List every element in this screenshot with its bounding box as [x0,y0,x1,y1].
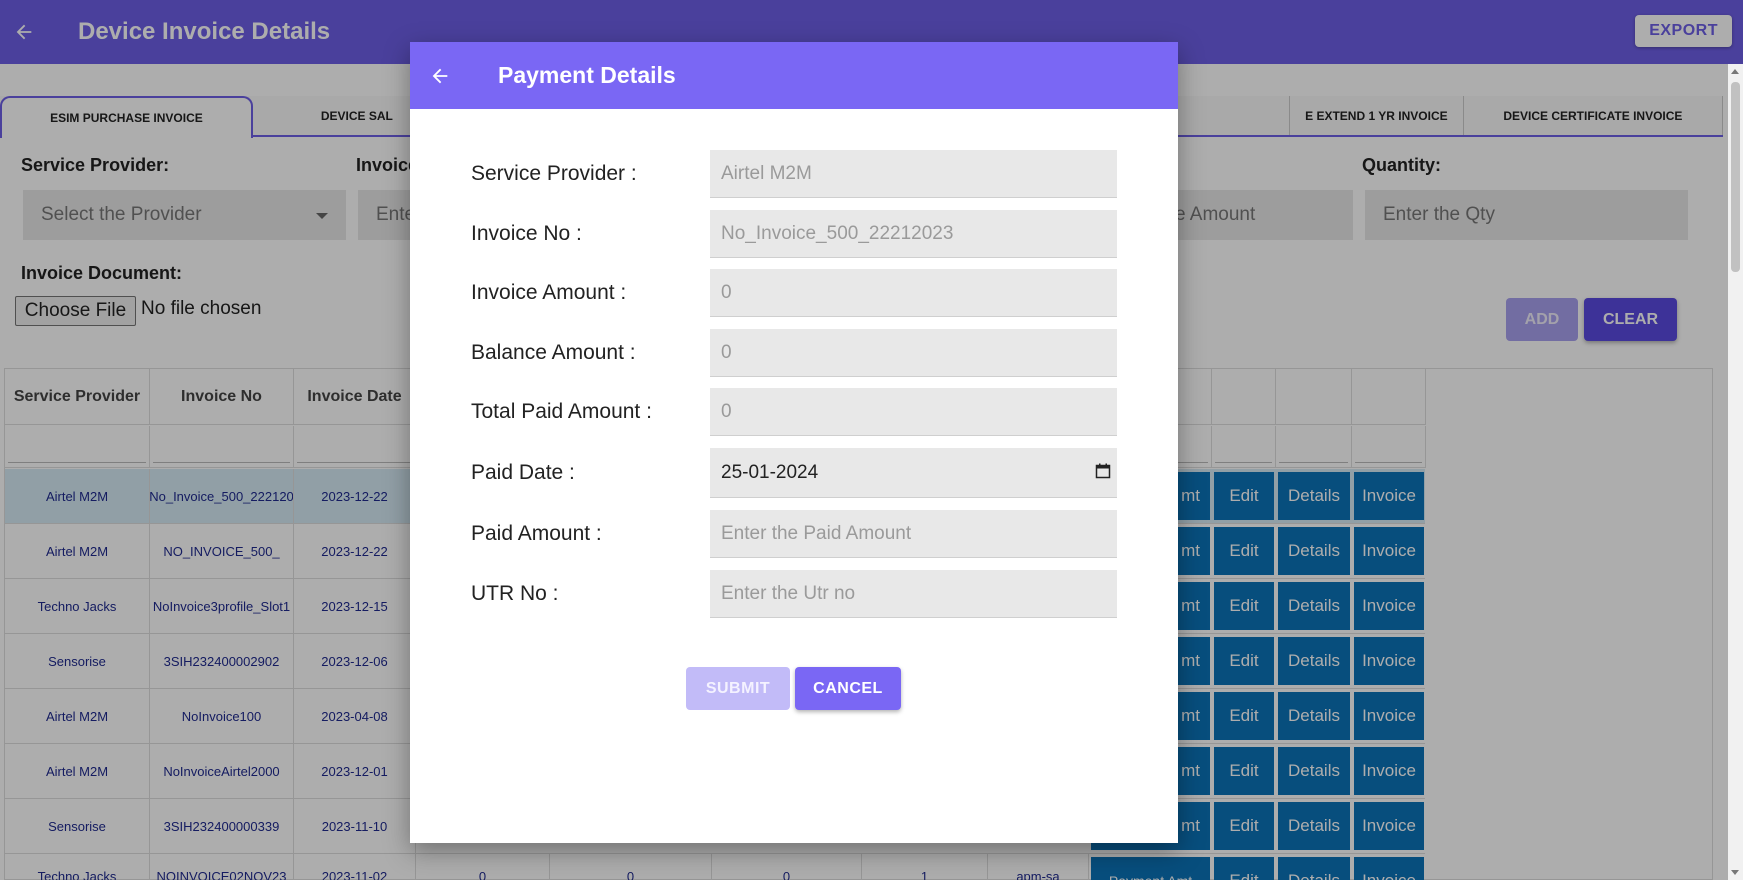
balance-amount-label: Balance Amount : [471,341,636,364]
calendar-icon[interactable] [1095,463,1111,479]
dialog-back-button[interactable] [420,56,460,96]
scroll-down-icon[interactable] [1731,870,1739,875]
dialog-title: Payment Details [498,62,676,88]
invoice-amount-label: Invoice Amount : [471,281,627,304]
paid-amount-input[interactable]: Enter the Paid Amount [710,510,1117,558]
payment-details-dialog: Payment Details Service Provider : Airte… [410,42,1178,843]
utr-no-input[interactable]: Enter the Utr no [710,570,1117,618]
dialog-header: Payment Details [410,42,1178,109]
scroll-up-icon[interactable] [1731,69,1739,74]
invoice-amount-field[interactable]: 0 [710,269,1117,317]
paid-date-value: 25-01-2024 [721,461,819,483]
total-paid-amount-field[interactable]: 0 [710,388,1117,436]
cancel-button[interactable]: CANCEL [795,667,901,710]
paid-date-label: Paid Date : [471,461,575,484]
service-provider-label: Service Provider : [471,162,637,185]
total-paid-amount-label: Total Paid Amount : [471,400,652,423]
invoice-no-label: Invoice No : [471,222,582,245]
utr-no-label: UTR No : [471,582,559,605]
paid-amount-label: Paid Amount : [471,522,602,545]
invoice-no-field[interactable]: No_Invoice_500_22212023 [710,210,1117,258]
balance-amount-field[interactable]: 0 [710,329,1117,377]
arrow-left-icon [432,68,448,83]
service-provider-field[interactable]: Airtel M2M [710,150,1117,198]
submit-button[interactable]: SUBMIT [686,667,790,710]
page-scrollbar[interactable] [1728,64,1743,880]
paid-date-field[interactable]: 25-01-2024 [710,448,1117,498]
scrollbar-thumb[interactable] [1731,82,1740,272]
